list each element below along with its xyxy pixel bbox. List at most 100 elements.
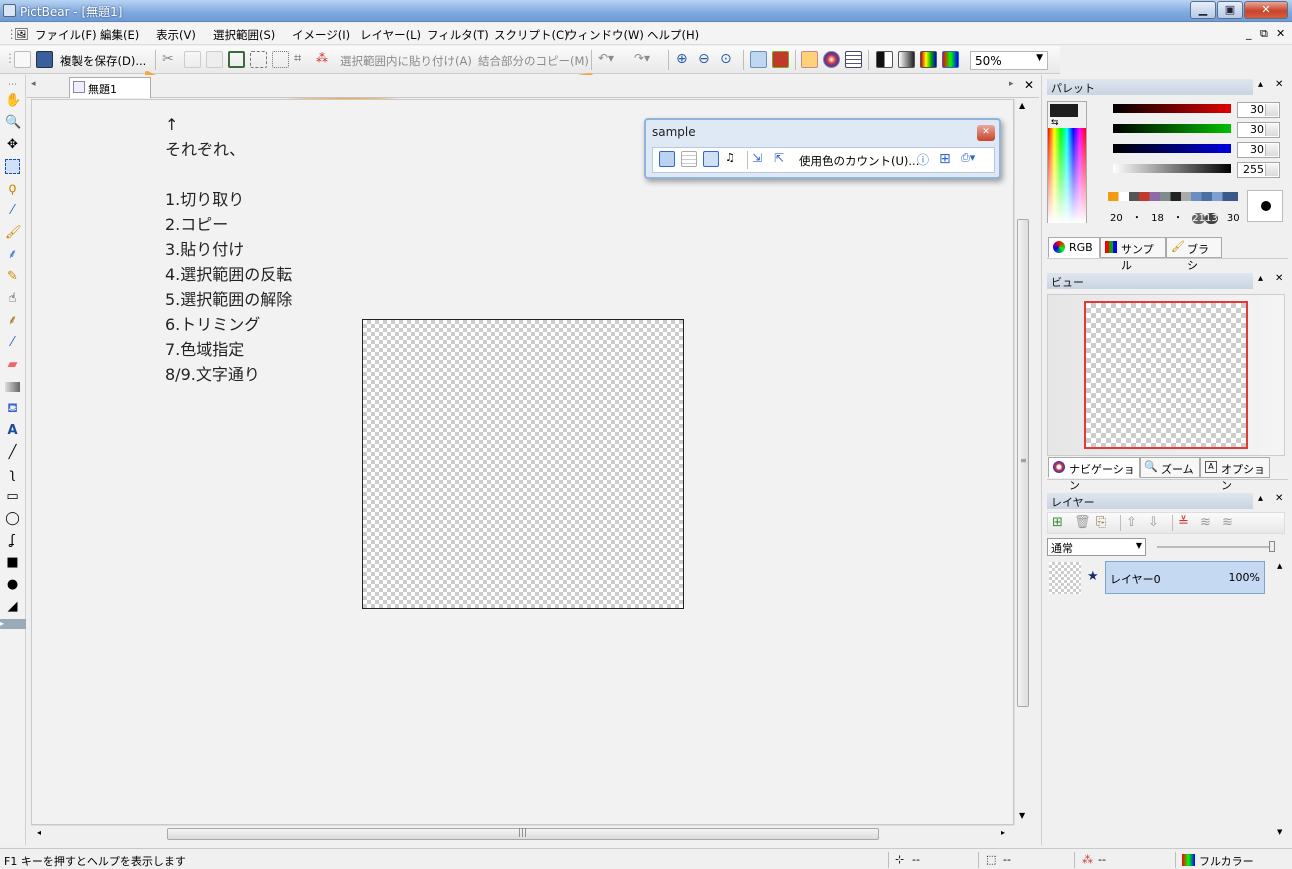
- filled-rect-tool-icon[interactable]: ■: [5, 555, 20, 570]
- layer-down-icon[interactable]: ⇩: [1148, 515, 1165, 532]
- menu-filter[interactable]: フィルタ(T): [425, 26, 491, 44]
- mode-bw-icon[interactable]: [876, 51, 893, 68]
- airbrush-icon[interactable]: ⸙: [5, 247, 20, 262]
- navigator-toggle-icon[interactable]: [823, 51, 840, 68]
- curve-tool-icon[interactable]: ʅ: [5, 467, 20, 482]
- tab-options[interactable]: A オプション: [1200, 457, 1270, 492]
- palette-collapse-icon[interactable]: ▴: [1258, 79, 1263, 90]
- paste-into-selection-button[interactable]: 選択範囲内に貼り付け(A): [340, 53, 472, 69]
- layers-close-icon[interactable]: ✕: [1275, 493, 1283, 504]
- grid-icon[interactable]: [681, 151, 697, 167]
- scroll-right-icon[interactable]: ▸: [1001, 828, 1005, 837]
- alpha-slider[interactable]: [1113, 164, 1231, 173]
- merge-down-icon[interactable]: ≚: [1178, 515, 1195, 532]
- layers-icon[interactable]: [659, 151, 675, 167]
- redo-icon[interactable]: ↷▾: [634, 51, 660, 68]
- text-tool-icon[interactable]: A: [5, 423, 20, 438]
- delete-layer-icon[interactable]: 🗑: [1074, 515, 1091, 532]
- scroll-left-icon[interactable]: ◂: [37, 828, 41, 837]
- select-icon[interactable]: [703, 151, 719, 167]
- tab-untitled1[interactable]: 無題1: [69, 77, 151, 98]
- close-doc-icon[interactable]: ✕: [1024, 78, 1034, 92]
- line-tool-icon[interactable]: ╱: [5, 445, 20, 460]
- tools-expand-icon[interactable]: ▸: [0, 619, 26, 629]
- fill-bucket-icon[interactable]: ⛾: [5, 401, 20, 416]
- layers-toggle-icon[interactable]: [845, 51, 862, 68]
- layers-scroll-up-icon[interactable]: ▲: [1277, 562, 1282, 570]
- tab-scroll-left-icon[interactable]: ◂: [31, 79, 36, 89]
- maximize-button[interactable]: ▣: [1217, 1, 1243, 19]
- blue-slider[interactable]: [1113, 144, 1231, 153]
- pencil-icon[interactable]: ✎: [5, 269, 20, 284]
- merge-visible-icon[interactable]: ≋: [1200, 515, 1217, 532]
- tab-rgb[interactable]: RGB: [1048, 237, 1100, 258]
- table-icon[interactable]: ⊞: [939, 151, 955, 167]
- mode-gray-icon[interactable]: [898, 51, 915, 68]
- red-value-spin[interactable]: 30: [1237, 102, 1280, 118]
- menu-edit[interactable]: 編集(E): [98, 26, 141, 44]
- new-layer-icon[interactable]: ⊞: [1052, 515, 1069, 532]
- vertical-scrollbar[interactable]: ▲ ≡ ▼: [1014, 99, 1031, 825]
- layers-collapse-icon[interactable]: ▴: [1258, 493, 1263, 504]
- move-tool-icon[interactable]: ✥: [5, 137, 20, 152]
- cut-icon[interactable]: ✂: [162, 51, 179, 68]
- resize-icon[interactable]: ⇲: [752, 151, 768, 167]
- layer-up-icon[interactable]: ⇧: [1126, 515, 1143, 532]
- hand-tool-icon[interactable]: ✋: [5, 93, 21, 108]
- image-window-icon[interactable]: [750, 51, 767, 68]
- layer-name-cell[interactable]: レイヤー0 100%: [1105, 561, 1265, 594]
- tab-sample[interactable]: サンプル: [1100, 237, 1166, 272]
- palette-toggle-icon[interactable]: [801, 51, 818, 68]
- menu-script[interactable]: スクリプト(C): [492, 26, 571, 44]
- lasso-tool-icon[interactable]: ϙ: [5, 181, 20, 196]
- view-close-icon[interactable]: ✕: [1275, 273, 1283, 284]
- menu-image[interactable]: イメージ(I): [290, 26, 352, 44]
- mode-fullcolor-icon[interactable]: [942, 51, 959, 68]
- menu-window[interactable]: ウィンドウ(W): [564, 26, 646, 44]
- polygon-tool-icon[interactable]: ʆ: [5, 533, 20, 548]
- copy-merged-button[interactable]: 結合部分のコピー(M): [478, 53, 589, 69]
- paste-icon[interactable]: [206, 51, 223, 68]
- layer-row[interactable]: ★ レイヤー0 100%: [1047, 560, 1271, 596]
- layer-properties-icon[interactable]: ⎘: [1096, 515, 1113, 532]
- blue-value-spin[interactable]: 30: [1237, 142, 1280, 158]
- scroll-up-icon[interactable]: ▲: [1019, 101, 1025, 110]
- layers-scrollbar[interactable]: ▲ ▼: [1274, 560, 1288, 840]
- zoom-fit-icon[interactable]: ⊙: [720, 51, 737, 68]
- filled-polygon-tool-icon[interactable]: ◢: [5, 599, 20, 614]
- minimize-button[interactable]: ▁: [1190, 1, 1216, 19]
- doc-menu-icon[interactable]: 🖼: [12, 26, 31, 42]
- menu-layer[interactable]: レイヤー(L): [358, 26, 423, 44]
- eraser-icon[interactable]: ▰: [5, 357, 20, 372]
- invert-selection-icon[interactable]: [228, 51, 245, 68]
- undo-icon[interactable]: ↶▾: [598, 51, 624, 68]
- menu-selection[interactable]: 選択範囲(S): [211, 26, 277, 44]
- sound-icon[interactable]: ♫: [725, 151, 741, 167]
- new-icon[interactable]: [14, 51, 31, 68]
- fullscreen-icon[interactable]: [772, 51, 789, 68]
- blur-icon[interactable]: ⸙: [5, 313, 20, 328]
- copy-icon[interactable]: [184, 51, 201, 68]
- float-close-button[interactable]: ✕: [977, 125, 995, 141]
- horizontal-scrollbar[interactable]: ◂ ||| ▸: [31, 825, 1014, 842]
- vertical-scroll-thumb[interactable]: ≡: [1017, 219, 1029, 707]
- mdi-minimize-button[interactable]: _: [1246, 27, 1252, 40]
- filled-ellipse-tool-icon[interactable]: ●: [5, 577, 20, 592]
- mdi-close-button[interactable]: ✕: [1276, 27, 1285, 40]
- zoom-select[interactable]: 50% ▼: [970, 51, 1048, 70]
- magic-wand-icon[interactable]: ⁄: [5, 203, 20, 218]
- view-collapse-icon[interactable]: ▴: [1258, 273, 1263, 284]
- ellipse-tool-icon[interactable]: ◯: [5, 511, 20, 526]
- navigator-view[interactable]: [1047, 294, 1285, 456]
- canvas-size-icon[interactable]: ⇱: [774, 151, 790, 167]
- zoom-out-icon[interactable]: ⊖: [698, 51, 715, 68]
- palette-close-icon[interactable]: ✕: [1275, 79, 1283, 90]
- print-icon[interactable]: ⎙▾: [961, 151, 985, 167]
- rect-tool-icon[interactable]: ▭: [5, 489, 20, 504]
- mdi-restore-button[interactable]: ⧉: [1260, 27, 1268, 41]
- mode-index-icon[interactable]: [920, 51, 937, 68]
- tab-navigation[interactable]: ナビゲーション: [1048, 457, 1140, 492]
- tab-zoom[interactable]: 🔍 ズーム: [1140, 457, 1200, 478]
- menu-view[interactable]: 表示(V): [154, 26, 198, 44]
- tab-scroll-right-icon[interactable]: ▸: [1009, 79, 1014, 89]
